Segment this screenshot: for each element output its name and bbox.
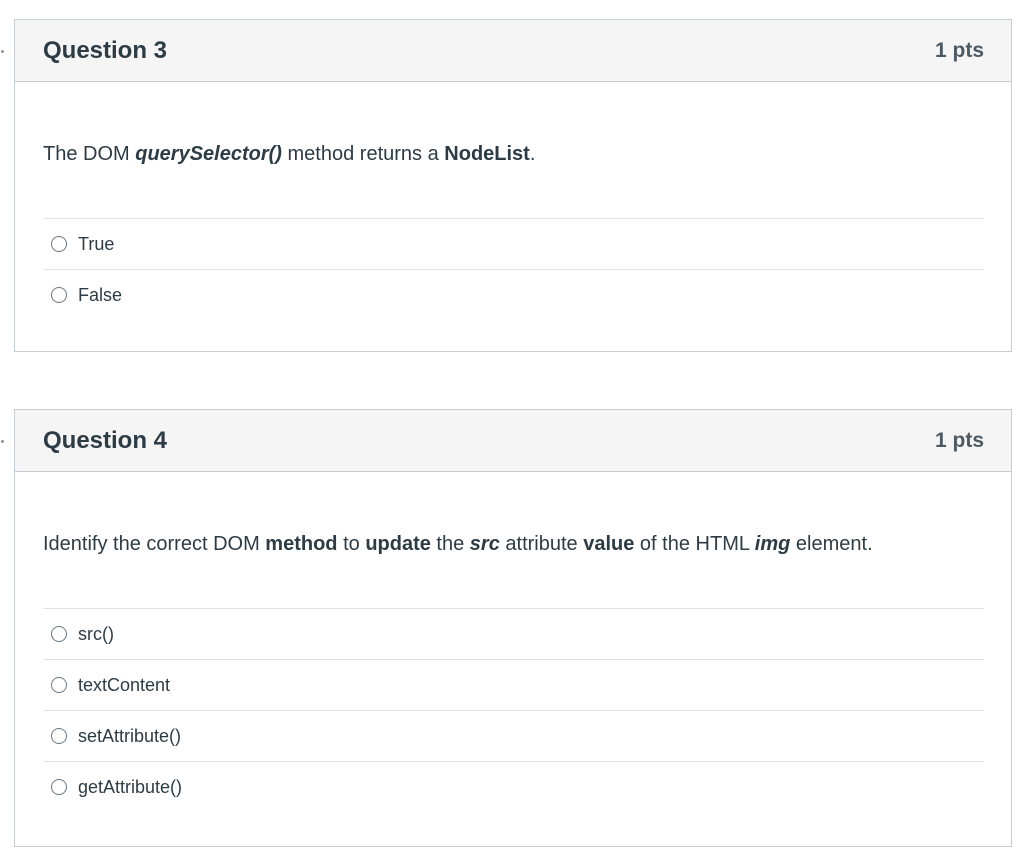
- radio-button[interactable]: [51, 728, 67, 744]
- question-text-emphasis: method: [265, 533, 338, 555]
- question-flag-marker[interactable]: [1, 50, 4, 53]
- question-points: 1 pts: [934, 38, 984, 62]
- answer-option-textcontent[interactable]: textContent: [43, 659, 984, 710]
- question-text-emphasis: update: [365, 533, 431, 555]
- question-header: Question 3 1 pts: [15, 20, 1011, 82]
- answer-option-setattribute[interactable]: setAttribute(): [43, 710, 984, 761]
- answer-option-getattribute[interactable]: getAttribute(): [43, 761, 984, 812]
- answer-label[interactable]: setAttribute(): [78, 726, 181, 747]
- question-card-4: Question 4 1 pts Identify the correct DO…: [1, 409, 1012, 847]
- question-text-part: the: [430, 533, 470, 555]
- question-text-code: querySelector(): [135, 143, 282, 165]
- question-title: Question 4: [43, 426, 168, 454]
- radio-button[interactable]: [51, 626, 67, 642]
- question-text-part: of the HTML: [634, 533, 755, 555]
- question-text-emphasis: NodeList: [444, 143, 530, 165]
- answer-option-false[interactable]: False: [43, 269, 984, 320]
- answer-list: True False: [43, 218, 984, 320]
- answer-label[interactable]: src(): [78, 624, 114, 645]
- radio-button[interactable]: [51, 779, 67, 795]
- answer-label[interactable]: textContent: [78, 675, 170, 696]
- answer-label[interactable]: True: [78, 234, 114, 255]
- question-text-code: img: [754, 533, 791, 555]
- answer-option-true[interactable]: True: [43, 218, 984, 269]
- question-header: Question 4 1 pts: [15, 410, 1011, 472]
- question-card-3: Question 3 1 pts The DOM querySelector()…: [1, 19, 1012, 352]
- question-text-code: src: [469, 533, 500, 555]
- answer-list: src() textContent setAttribute() getAttr…: [43, 608, 984, 812]
- question-points: 1 pts: [934, 428, 984, 452]
- question-text-part: Identify the correct DOM: [43, 533, 266, 555]
- radio-button[interactable]: [51, 236, 67, 252]
- answer-label[interactable]: False: [78, 285, 122, 306]
- question-text-part: .: [529, 143, 536, 165]
- question-text-part: The DOM: [43, 143, 136, 165]
- question-text-part: to: [337, 533, 366, 555]
- radio-button[interactable]: [51, 287, 67, 303]
- answer-option-src[interactable]: src(): [43, 608, 984, 659]
- question-title: Question 3: [43, 36, 168, 64]
- question-text-emphasis: value: [583, 533, 635, 555]
- question-text: Identify the correct DOM method to updat…: [15, 531, 1011, 557]
- radio-button[interactable]: [51, 677, 67, 693]
- question-text-part: attribute: [499, 533, 584, 555]
- question-flag-marker[interactable]: [1, 440, 4, 443]
- question-text-part: element.: [790, 533, 873, 555]
- question-text-part: method returns a: [281, 143, 445, 165]
- question-text: The DOM querySelector() method returns a…: [15, 141, 1011, 167]
- answer-label[interactable]: getAttribute(): [78, 777, 182, 798]
